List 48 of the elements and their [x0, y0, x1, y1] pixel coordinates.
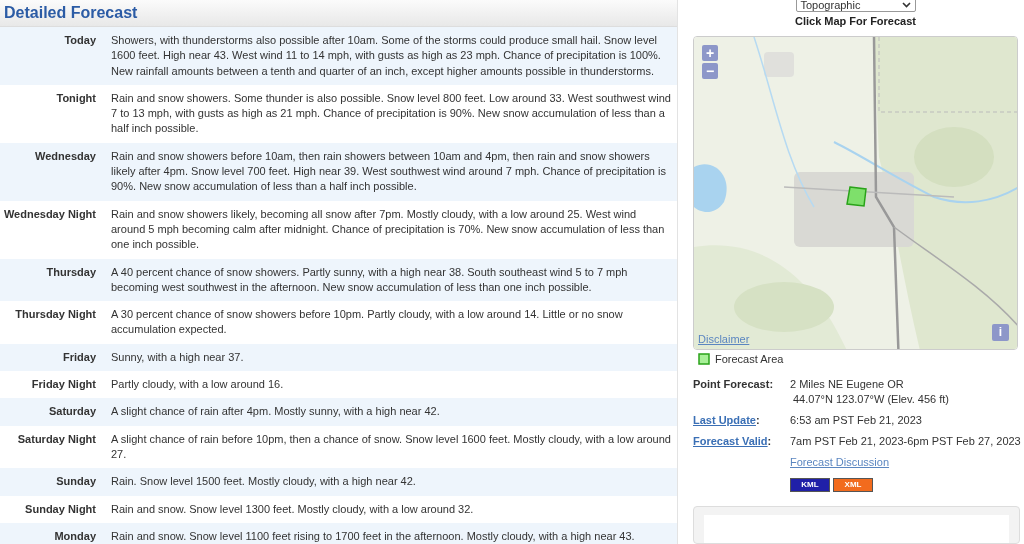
- detail-value: 7am PST Feb 21, 2023-6pm PST Feb 27, 2023: [790, 433, 1022, 449]
- legend-label: Forecast Area: [715, 352, 784, 365]
- label-colon: :: [755, 412, 760, 428]
- forecast-text: A 40 percent chance of snow showers. Partly sunny, with a high near 38. South southeast wind 5 to 7 mph becoming west southwest in the afternoon. New snow accumulation of less than one inch possible.: [111, 264, 629, 295]
- detail-label: Point Forecast:: [693, 376, 774, 392]
- detail-link[interactable]: Last Update: [693, 412, 756, 428]
- period-name: Friday Night: [30, 377, 96, 393]
- forecast-text: A slight chance of rain before 10pm, then a chance of snow. Snow level 1600 feet. Mostly cloudy, with a low around 27.: [111, 431, 671, 462]
- zoom-button[interactable]: +: [702, 45, 718, 61]
- forecast-text: Showers, with thunderstorms also possible after 10am. Some of the storms could produce small hail. Snow level 1600 feet. High near 43. West wind 11 to 14 mph, with gusts as high as 23 mph. Chance of precipitation is 100%. New rainfall amounts between a tenth and quarter of an inch, except higher amounts possible in thunderstorms.: [111, 33, 662, 79]
- period-name: Friday: [62, 349, 96, 365]
- detail-value: 44.07°N 123.07°W (Elev. 456 ft): [792, 391, 950, 407]
- caret-icon: [901, 2, 911, 8]
- feed-button[interactable]: XML: [833, 477, 873, 492]
- forecast-text: Sunny, with a high near 37.: [111, 349, 245, 365]
- detail-link[interactable]: Forecast Valid: [693, 433, 768, 449]
- period-name: Sunday: [55, 474, 96, 490]
- detail-value: 2 Miles NE Eugene OR: [790, 376, 905, 392]
- legend-swatch-icon: [698, 352, 710, 365]
- period-name: Today: [63, 33, 96, 48]
- forecast-text: Rain and snow. Snow level 1300 feet. Mostly cloudy, with a low around 32.: [111, 501, 475, 517]
- period-name: Wednesday Night: [2, 206, 96, 222]
- forecast-text: Rain and snow showers. Some thunder is also possible. Snow level 800 feet. Low around 33. West southwest wind 7 to 13 mph, with gusts as high as 21 mph. Chance of precipitation is 90%. New snow accumulation of less than a half inch possible.: [111, 90, 671, 137]
- forecast-text: Rain and snow showers likely, becoming all snow after 7pm. Mostly cloudy, with a low around 25. West wind around 5 mph becoming calm after midnight. Chance of precipitation is 70%. New snow accumulation of less than one inch possible.: [111, 206, 666, 253]
- forecast-text: Rain. Snow level 1500 feet. Mostly cloudy, with a high near 42.: [111, 474, 417, 490]
- forecast-text: Partly cloudy, with a low around 16.: [111, 377, 285, 393]
- forecast-text: A 30 percent chance of snow showers before 10pm. Partly cloudy, with a low around 14. Little or no snow accumulation expected.: [111, 307, 624, 338]
- period-name: Wednesday: [34, 148, 96, 164]
- forecast-map[interactable]: + − Disclaimer i: [693, 36, 1018, 350]
- feed-button[interactable]: KML: [790, 477, 830, 492]
- section-title: Detailed Forecast: [4, 4, 138, 22]
- forecast-text: A slight chance of rain after 4pm. Mostly sunny, with a high near 42.: [111, 404, 441, 420]
- detail-value: 6:53 am PST Feb 21, 2023: [790, 412, 923, 428]
- disclaimer-link[interactable]: Disclaimer: [698, 332, 750, 345]
- period-name: Thursday: [45, 264, 96, 280]
- period-name: Tonight: [55, 90, 96, 106]
- forecast-text: Rain and snow showers before 10am, then rain showers between 10am and 4pm, then rain and snow showers likely after 4pm. Snow level 700 feet. High near 39. West southwest wind around 7 mph. Chance of precipitation is 90%. New snow accumulation of less than a half inch possible.: [111, 148, 667, 195]
- period-name: Thursday Night: [14, 307, 96, 323]
- period-name: Monday: [53, 528, 96, 544]
- forecast-text: Rain and snow. Snow level 1100 feet rising to 1700 feet in the afternoon. Mostly cloudy, with a high near 43.: [111, 528, 636, 544]
- discussion-link[interactable]: Forecast Discussion: [790, 454, 890, 470]
- map-caption: Click Map For Forecast: [794, 15, 916, 27]
- layer-select[interactable]: Topographic: [795, 0, 916, 12]
- zoom-button[interactable]: −: [702, 63, 718, 79]
- period-name: Sunday Night: [24, 501, 96, 517]
- period-name: Saturday Night: [16, 431, 96, 447]
- label-colon: :: [767, 433, 772, 449]
- period-name: Saturday: [47, 404, 96, 420]
